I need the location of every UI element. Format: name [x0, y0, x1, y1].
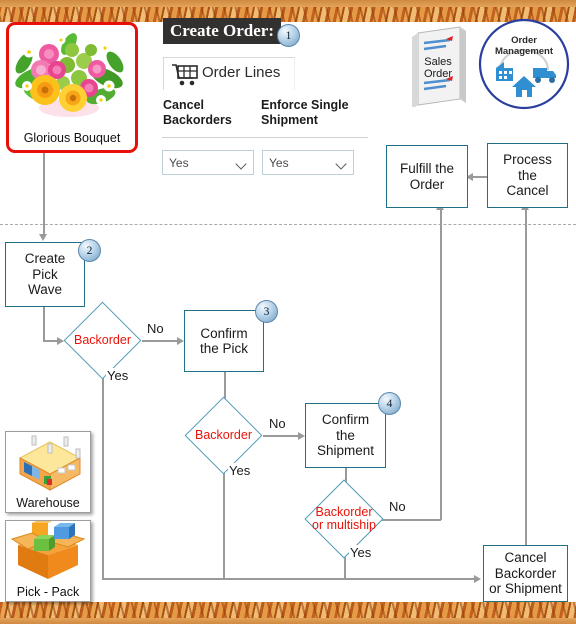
connector-backorder2-yes	[223, 463, 225, 579]
decision-backorder-1-text: Backorder	[74, 313, 131, 368]
warehouse-icon	[18, 435, 82, 491]
wood-border-bottom	[0, 602, 576, 624]
decision2-line1: Backorder	[195, 427, 252, 442]
node-cancel-backorder-or-shipment-label: Cancel Backorder or Shipment	[489, 550, 562, 597]
node-confirm-the-shipment-label: Confirm the Shipment	[316, 412, 375, 459]
enforce-single-shipment-value: Yes	[269, 155, 289, 170]
om-line2: Management	[494, 45, 554, 57]
node-process-the-cancel-label: Process the Cancel	[503, 152, 552, 199]
decision-backorder-2-text: Backorder	[195, 408, 252, 463]
sales-order-document-icon: Sales Order	[412, 26, 466, 107]
shopping-cart-icon	[172, 64, 198, 86]
edge-label-yes-1: Yes	[106, 368, 130, 383]
node-fulfill-the-order[interactable]: Fulfill the Order	[386, 145, 468, 208]
decision-multiship-text: Backorder or multiship	[312, 491, 376, 547]
arrowhead-down	[39, 234, 47, 241]
decision-backorder-2[interactable]: Backorder	[184, 396, 263, 475]
node-create-pick-wave[interactable]: Create Pick Wave	[5, 242, 85, 307]
decision-backorder-1[interactable]: Backorder	[63, 301, 142, 380]
decision1-line1: Backorder	[74, 332, 131, 347]
svg-text:Order: Order	[424, 68, 452, 80]
decision-backorder-or-multiship[interactable]: Backorder or multiship	[304, 479, 384, 559]
node-create-pick-wave-label: Create Pick Wave	[24, 251, 66, 298]
pick-pack-tile[interactable]: Pick - Pack	[5, 519, 91, 602]
connector-backorder1-yes	[102, 368, 104, 579]
edge-label-yes-2: Yes	[228, 463, 252, 478]
node-process-the-cancel[interactable]: Process the Cancel	[487, 143, 568, 208]
decision3-line1: Backorder	[315, 504, 373, 519]
arrowhead-right	[474, 575, 481, 583]
col1-line1: Enforce Single	[261, 98, 349, 112]
column-header-cancel-backorders: Cancel Backorders	[163, 98, 232, 128]
pick-pack-box-icon	[10, 519, 86, 579]
page-title: Create Order:	[163, 18, 281, 44]
svg-text:Sales: Sales	[424, 56, 452, 68]
node-confirm-the-pick[interactable]: Confirm the Pick	[184, 310, 264, 372]
edge-label-no-2: No	[268, 416, 287, 431]
node-fulfill-the-order-label: Fulfill the Order	[399, 161, 455, 192]
arrowhead-right	[298, 432, 305, 440]
screenshot-canvas: Glorious Bouquet Create Order: 1 Order L…	[0, 0, 576, 624]
warehouse-label: Warehouse	[16, 496, 80, 510]
chevron-down-icon	[335, 158, 347, 170]
col1-line2: Shipment	[261, 113, 318, 127]
edge-label-yes-3: Yes	[349, 545, 373, 560]
step-badge-4: 4	[378, 392, 401, 415]
column-header-enforce-single-shipment: Enforce Single Shipment	[261, 98, 349, 128]
connector-pickwave-down	[43, 307, 45, 341]
cancel-backorders-select[interactable]: Yes	[162, 150, 254, 175]
swimlane-divider	[0, 224, 576, 225]
edge-label-no-1: No	[146, 321, 165, 336]
node-confirm-the-pick-label: Confirm the Pick	[199, 325, 249, 356]
connector-backorder1-no	[142, 340, 180, 342]
chevron-down-icon	[235, 158, 247, 170]
node-confirm-the-shipment[interactable]: Confirm the Shipment	[305, 403, 386, 468]
step-badge-1: 1	[277, 24, 300, 47]
product-card[interactable]: Glorious Bouquet	[6, 22, 138, 153]
step-badge-2: 2	[78, 239, 101, 262]
connector-bottom-rail	[102, 578, 477, 580]
warehouse-tile[interactable]: Warehouse	[5, 431, 91, 513]
decision3-line2: or multiship	[312, 518, 376, 532]
order-management-label: Order Management	[478, 35, 570, 58]
tab-order-lines-label: Order Lines	[202, 64, 281, 81]
edge-label-no-3: No	[388, 499, 407, 514]
order-management-icon	[478, 18, 570, 110]
pick-pack-label: Pick - Pack	[16, 585, 80, 599]
enforce-single-shipment-select[interactable]: Yes	[262, 150, 354, 175]
arrowhead-right	[177, 337, 184, 345]
node-cancel-backorder-or-shipment[interactable]: Cancel Backorder or Shipment	[483, 545, 568, 602]
step-badge-3: 3	[255, 300, 278, 323]
col0-line1: Cancel	[163, 98, 204, 112]
connector-multiship-no-up	[440, 209, 442, 520]
connector-backorder2-no	[263, 435, 301, 437]
connector-product-to-pickwave	[43, 150, 45, 234]
col0-line2: Backorders	[163, 113, 232, 127]
cancel-backorders-value: Yes	[169, 155, 189, 170]
connector-multiship-no	[381, 519, 441, 521]
bouquet-image	[15, 33, 124, 117]
arrowhead-right	[57, 337, 64, 345]
header-divider	[162, 137, 368, 138]
product-label: Glorious Bouquet	[23, 131, 121, 145]
connector-cancel-up	[525, 209, 527, 546]
